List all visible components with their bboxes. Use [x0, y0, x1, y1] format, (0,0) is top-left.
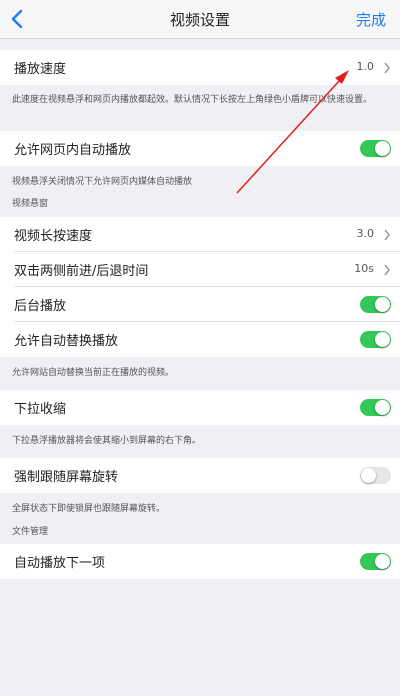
chevron-right-icon	[384, 264, 390, 276]
pull-shrink-label: 下拉收缩	[14, 402, 67, 417]
background-play-toggle[interactable]	[360, 296, 391, 313]
force-rotate-row: 强制跟随屏幕旋转	[0, 458, 400, 493]
force-rotate-toggle[interactable]	[360, 467, 391, 484]
double-tap-value: 10s	[354, 262, 374, 275]
autoplay-next-toggle[interactable]	[360, 553, 391, 570]
pull-shrink-row: 下拉收缩	[0, 390, 400, 425]
background-play-label: 后台播放	[14, 299, 67, 314]
playback-speed-row[interactable]: 播放速度 1.0	[0, 50, 400, 85]
long-press-speed-value: 3.0	[356, 227, 375, 240]
pull-shrink-note: 下拉悬浮播放器将会使其缩小到屏幕的右下角。	[12, 436, 202, 446]
section-header-floating: 视频悬窗	[12, 199, 49, 209]
done-button[interactable]: 完成	[356, 9, 386, 30]
chevron-right-icon	[384, 229, 390, 241]
web-autoplay-note: 视频悬浮关闭情况下允许网页内媒体自动播放	[12, 177, 193, 187]
double-tap-row[interactable]: 双击两侧前进/后退时间 10s	[0, 252, 400, 287]
background-play-row: 后台播放	[0, 287, 400, 322]
page-title: 视频设置	[169, 11, 230, 29]
toggle-knob	[375, 332, 390, 347]
autoplay-next-label: 自动播放下一项	[14, 556, 106, 571]
playback-speed-value: 1.0	[356, 60, 375, 73]
long-press-speed-row[interactable]: 视频长按速度 3.0	[0, 217, 400, 252]
long-press-speed-label: 视频长按速度	[14, 229, 93, 244]
force-rotate-note: 全屏状态下即使锁屏也跟随屏幕旋转。	[12, 504, 166, 514]
navigation-bar: 视频设置 完成	[0, 0, 400, 39]
auto-replace-row: 允许自动替换播放	[0, 322, 400, 357]
toggle-knob	[375, 141, 390, 156]
section-header-file: 文件管理	[12, 527, 49, 537]
toggle-knob	[375, 400, 390, 415]
web-autoplay-toggle[interactable]	[360, 140, 391, 157]
web-autoplay-row: 允许网页内自动播放	[0, 131, 400, 166]
auto-replace-toggle[interactable]	[360, 331, 391, 348]
playback-speed-label: 播放速度	[14, 62, 67, 77]
toggle-knob	[375, 297, 390, 312]
chevron-right-icon	[384, 62, 390, 74]
autoplay-next-row: 自动播放下一项	[0, 544, 400, 579]
toggle-knob	[361, 468, 376, 483]
playback-speed-note: 此速度在视频悬浮和网页内播放都起效。默认情况下长按左上角绿色小盾牌可以快速设置。	[12, 95, 373, 105]
web-autoplay-label: 允许网页内自动播放	[14, 143, 132, 158]
auto-replace-note: 允许网站自动替换当前正在播放的视频。	[12, 368, 175, 378]
toggle-knob	[375, 554, 390, 569]
double-tap-label: 双击两侧前进/后退时间	[14, 264, 149, 279]
pull-shrink-toggle[interactable]	[360, 399, 391, 416]
force-rotate-label: 强制跟随屏幕旋转	[14, 470, 119, 485]
auto-replace-label: 允许自动替换播放	[14, 334, 119, 349]
